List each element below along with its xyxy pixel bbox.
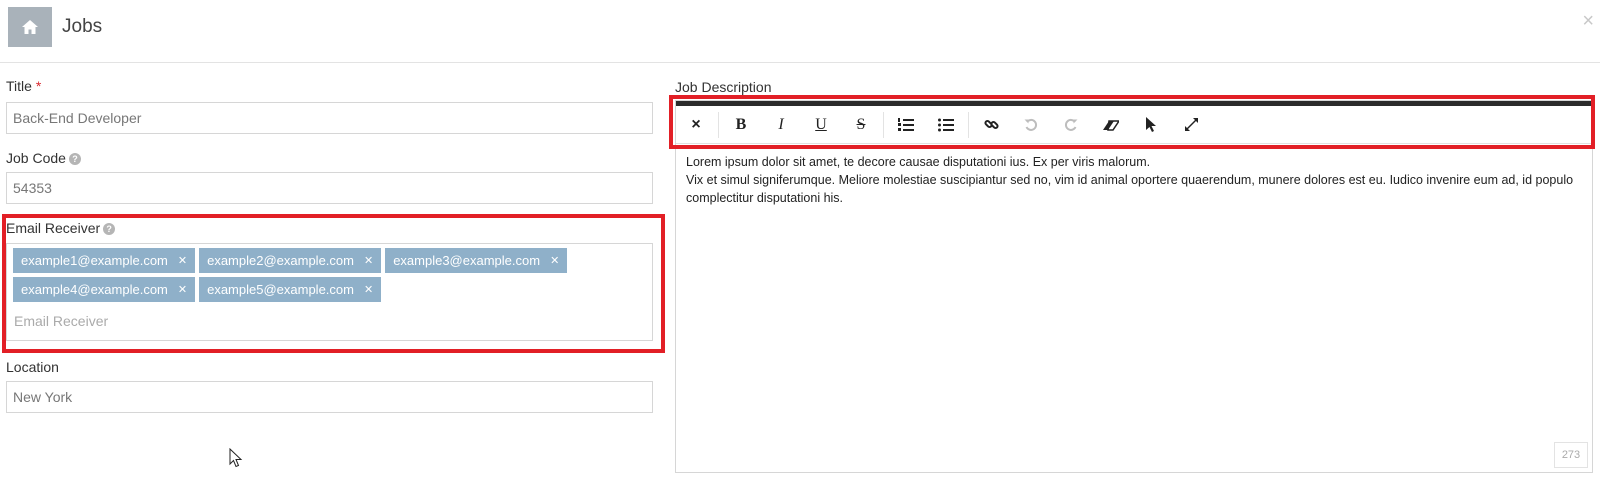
- home-icon: [22, 20, 38, 34]
- job-description-editor: × B I U S Lorem ipsum dolor sit amet, te…: [675, 100, 1593, 473]
- job-code-label: Job Code?: [6, 150, 81, 166]
- location-input-value: New York: [13, 389, 73, 405]
- home-button[interactable]: [8, 7, 52, 47]
- email-receiver-label: Email Receiver?: [6, 220, 116, 236]
- editor-content[interactable]: Lorem ipsum dolor sit amet, te decore ca…: [686, 153, 1578, 207]
- location-input[interactable]: New York: [6, 381, 653, 413]
- remove-tag-icon[interactable]: ✕: [364, 283, 373, 296]
- toolbar-highlight: [669, 95, 1595, 149]
- tag-row: example4@example.com ✕ example5@example.…: [13, 277, 382, 302]
- title-label: Title *: [6, 78, 41, 94]
- close-icon[interactable]: ×: [1582, 10, 1594, 33]
- title-label-text: Title: [6, 78, 32, 94]
- mouse-cursor-icon: [229, 448, 243, 468]
- email-tag: example2@example.com ✕: [199, 248, 382, 273]
- email-tag: example5@example.com ✕: [199, 277, 382, 302]
- email-receiver-field[interactable]: example1@example.com ✕ example2@example.…: [6, 243, 653, 341]
- email-tag-text: example1@example.com: [21, 253, 168, 268]
- editor-line: Lorem ipsum dolor sit amet, te decore ca…: [686, 155, 1151, 169]
- page-header: Jobs ×: [0, 0, 1600, 63]
- email-tag: example3@example.com ✕: [385, 248, 568, 273]
- email-tag-text: example4@example.com: [21, 282, 168, 297]
- remove-tag-icon[interactable]: ✕: [364, 254, 373, 267]
- tag-row: example1@example.com ✕ example2@example.…: [13, 248, 568, 273]
- remove-tag-icon[interactable]: ✕: [178, 254, 187, 267]
- location-label: Location: [6, 359, 59, 375]
- email-receiver-placeholder[interactable]: Email Receiver: [14, 313, 108, 329]
- title-input[interactable]: Back-End Developer: [6, 102, 653, 134]
- email-tag: example4@example.com ✕: [13, 277, 196, 302]
- job-code-label-text: Job Code: [6, 150, 66, 166]
- email-tag-text: example5@example.com: [207, 282, 354, 297]
- required-marker: *: [35, 78, 42, 94]
- job-code-input[interactable]: 54353: [6, 172, 653, 204]
- char-counter: 273: [1554, 442, 1588, 468]
- email-tag-text: example3@example.com: [393, 253, 541, 268]
- job-description-label: Job Description: [675, 79, 772, 95]
- email-tag: example1@example.com ✕: [13, 248, 196, 273]
- email-receiver-label-text: Email Receiver: [6, 220, 101, 236]
- remove-tag-icon[interactable]: ✕: [550, 254, 559, 267]
- remove-tag-icon[interactable]: ✕: [178, 283, 187, 296]
- job-code-input-value: 54353: [13, 180, 52, 196]
- email-tag-text: example2@example.com: [207, 253, 354, 268]
- editor-line: Vix et simul signiferumque. Meliore mole…: [686, 173, 1574, 205]
- title-input-value: Back-End Developer: [13, 110, 142, 126]
- help-icon[interactable]: ?: [103, 223, 116, 235]
- page-title: Jobs: [62, 16, 103, 37]
- help-icon[interactable]: ?: [68, 153, 81, 165]
